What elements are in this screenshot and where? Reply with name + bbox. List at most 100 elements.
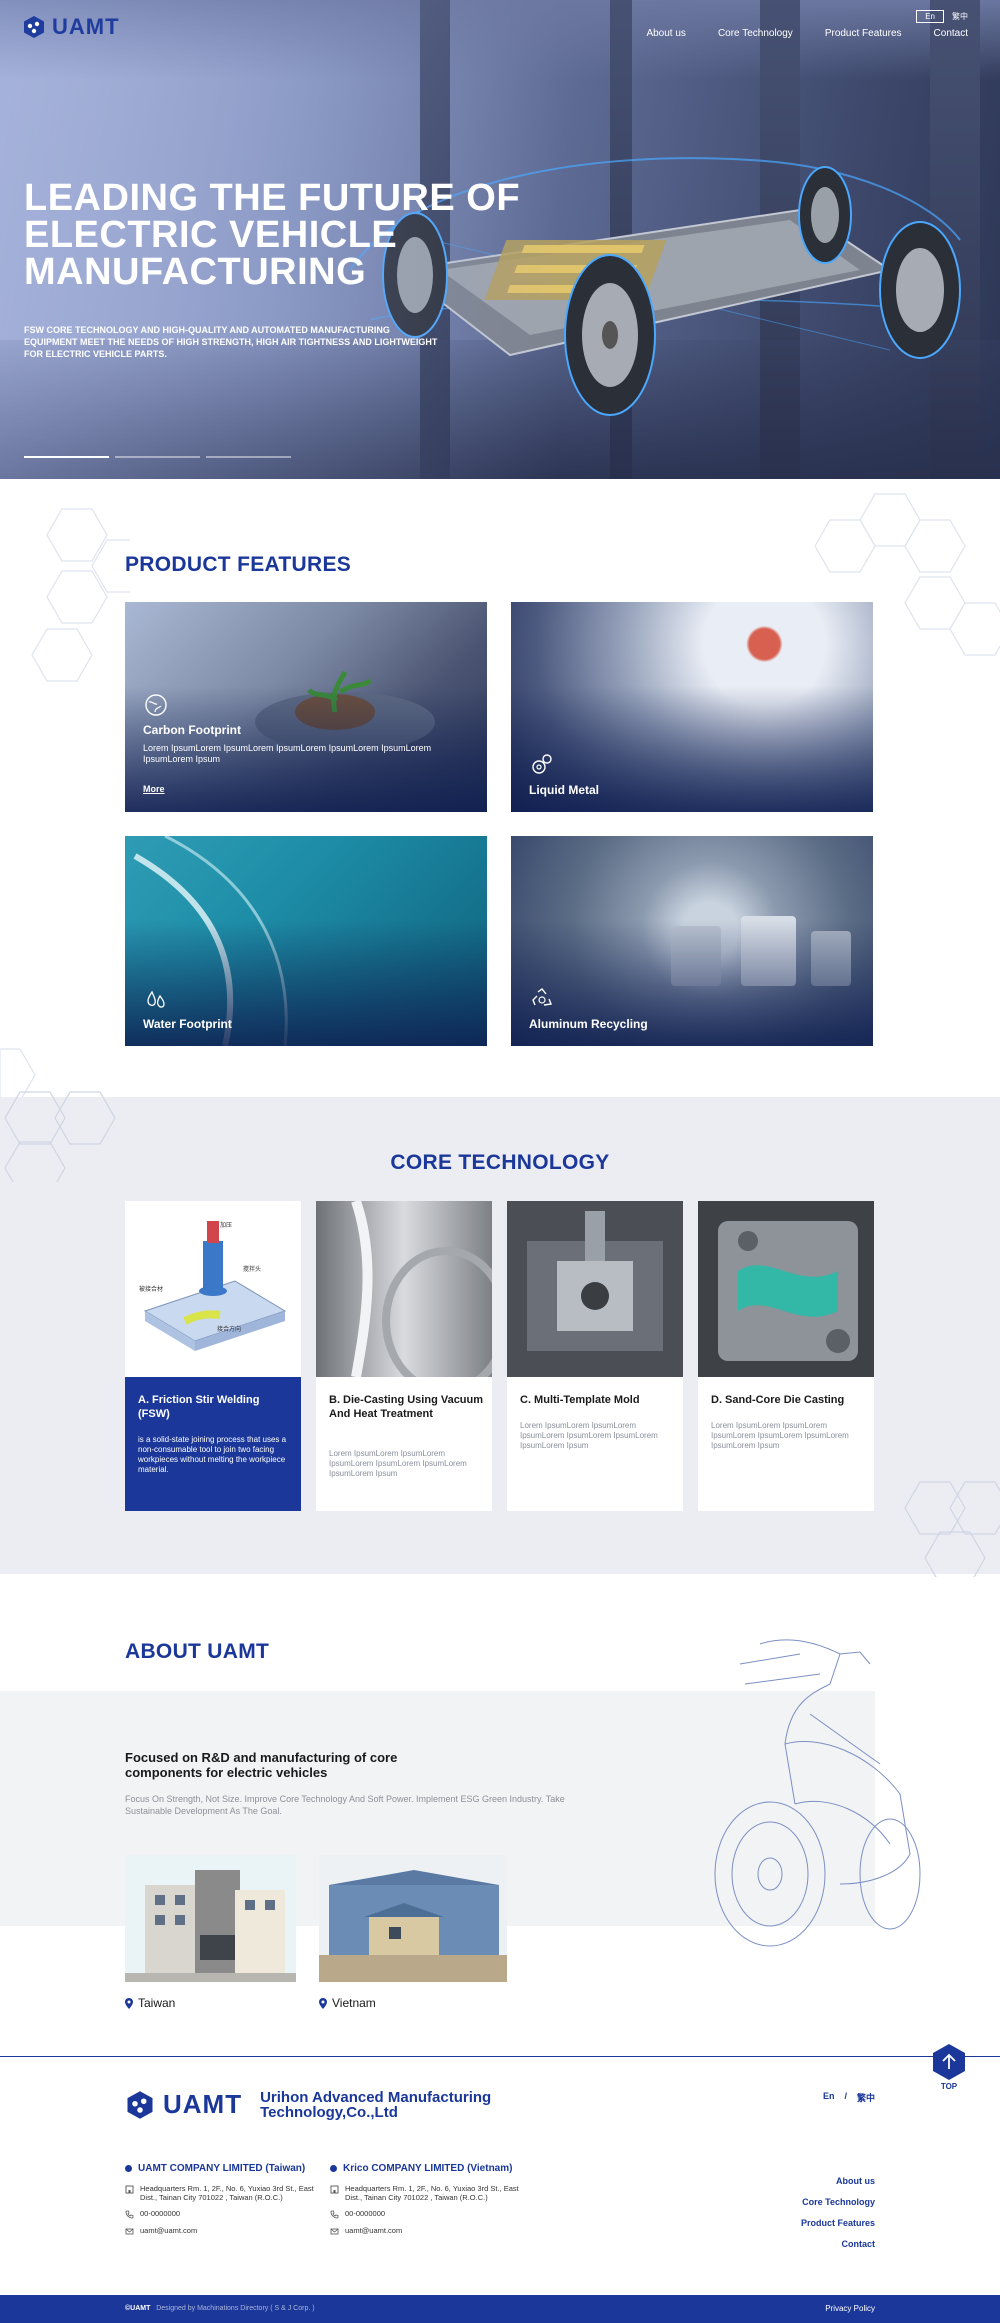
language-switcher: En 繁中 bbox=[916, 10, 968, 23]
back-to-top-button[interactable] bbox=[932, 2043, 966, 2081]
nav-contact[interactable]: Contact bbox=[934, 28, 968, 39]
about-focus-heading: Focused on R&D and manufacturing of core… bbox=[125, 1750, 398, 1780]
hero-subtitle: FSW CORE TECHNOLOGY AND HIGH-QUALITY AND… bbox=[24, 325, 438, 359]
water-drops-icon bbox=[147, 990, 165, 1008]
tech-card-description: Lorem IpsumLorem IpsumLorem IpsumLorem I… bbox=[520, 1421, 658, 1450]
site-logo[interactable]: UAMT bbox=[22, 14, 120, 40]
footer-logo[interactable]: UAMT Urihon Advanced Manufacturing Techn… bbox=[125, 2089, 520, 2120]
office-phone[interactable]: 00-0000000 bbox=[345, 2209, 385, 2219]
lang-en[interactable]: En bbox=[823, 2091, 835, 2104]
about-title: ABOUT UAMT bbox=[125, 1640, 270, 1663]
motorcycle-wireframe-illustration bbox=[714, 1639, 921, 1947]
tech-card-multi-template-mold[interactable]: C. Multi-Template Mold Lorem IpsumLorem … bbox=[507, 1201, 683, 1511]
designer-credit[interactable]: Designed by Machinations Directory ( S &… bbox=[156, 2305, 314, 2312]
core-technology-title: CORE TECHNOLOGY bbox=[390, 1151, 610, 1174]
feature-card-title: Liquid Metal bbox=[529, 783, 599, 797]
footer-nav-core-technology[interactable]: Core Technology bbox=[801, 2197, 875, 2207]
bullet-icon bbox=[125, 2165, 132, 2172]
svg-text:接合方向: 接合方向 bbox=[217, 1325, 241, 1333]
building-icon bbox=[330, 2185, 339, 2194]
slide-dot[interactable] bbox=[206, 456, 291, 458]
hexagon-pattern bbox=[31, 508, 130, 682]
feature-card-title: Aluminum Recycling bbox=[529, 1017, 648, 1031]
copyright: ©UAMT bbox=[125, 2305, 151, 2312]
tech-card-description: Lorem IpsumLorem IpsumLorem IpsumLorem I… bbox=[711, 1421, 849, 1450]
mail-icon bbox=[330, 2228, 339, 2235]
feature-card-water-footprint[interactable]: Water Footprint bbox=[125, 836, 487, 1046]
slide-dot[interactable] bbox=[115, 456, 200, 458]
nav-core-technology[interactable]: Core Technology bbox=[718, 28, 793, 39]
feature-card-carbon-footprint[interactable]: Carbon Footprint Lorem IpsumLorem IpsumL… bbox=[125, 602, 487, 812]
fsw-diagram-image: 加压 搅拌头 被接合材 接合方向 bbox=[125, 1201, 301, 1377]
nav-about[interactable]: About us bbox=[646, 28, 685, 39]
bullet-icon bbox=[330, 2165, 337, 2172]
tech-card-title: C. Multi-Template Mold bbox=[520, 1394, 640, 1406]
privacy-policy-link[interactable]: Privacy Policy bbox=[825, 2304, 875, 2313]
office-phone[interactable]: 00-0000000 bbox=[140, 2209, 180, 2219]
location-vietnam: Vietnam bbox=[319, 1996, 376, 2010]
globe-leaf-icon bbox=[145, 694, 167, 716]
company-full-name: Urihon Advanced Manufacturing Technology… bbox=[260, 2088, 492, 2121]
office-vietnam: Krico COMPANY LIMITED (Vietnam) Headquar… bbox=[330, 2163, 530, 2243]
tech-card-title: A. Friction Stir Welding (FSW) bbox=[138, 1394, 260, 1420]
tech-card-sand-core[interactable]: D. Sand-Core Die Casting Lorem IpsumLore… bbox=[698, 1201, 874, 1511]
office-address: Headquarters Rm. 1, 2F., No. 6, Yuxiao 3… bbox=[345, 2184, 519, 2202]
feature-card-description: Lorem IpsumLorem IpsumLorem IpsumLorem I… bbox=[143, 743, 432, 764]
phone-icon bbox=[330, 2210, 339, 2219]
slider-pagination bbox=[24, 456, 291, 458]
location-label: Taiwan bbox=[138, 1996, 176, 2010]
svg-text:加压: 加压 bbox=[220, 1221, 232, 1229]
copyright-bar: ©UAMT Designed by Machinations Directory… bbox=[0, 2295, 1000, 2323]
office-name: UAMT COMPANY LIMITED (Taiwan) bbox=[138, 2163, 306, 2174]
location-taiwan: Taiwan bbox=[125, 1996, 175, 2010]
feature-card-title: Water Footprint bbox=[143, 1017, 232, 1031]
nav-product-features[interactable]: Product Features bbox=[825, 28, 902, 39]
office-email[interactable]: uamt@uamt.com bbox=[345, 2226, 402, 2236]
phone-icon bbox=[125, 2210, 134, 2219]
footer-nav-product-features[interactable]: Product Features bbox=[801, 2218, 875, 2228]
hero-title: LEADING THE FUTURE OF ELECTRIC VEHICLE M… bbox=[24, 177, 521, 293]
back-to-top-label[interactable]: TOP bbox=[930, 2082, 968, 2091]
tech-card-title: D. Sand-Core Die Casting bbox=[711, 1394, 845, 1406]
office-taiwan: UAMT COMPANY LIMITED (Taiwan) Headquarte… bbox=[125, 2163, 325, 2243]
about-intro: Focus On Strength, Not Size. Improve Cor… bbox=[125, 1794, 565, 1816]
lang-zh[interactable]: 繁中 bbox=[857, 2091, 875, 2104]
mail-icon bbox=[125, 2228, 134, 2235]
footer-language-switcher: En / 繁中 bbox=[823, 2091, 875, 2104]
feature-card-liquid-metal[interactable]: Liquid Metal bbox=[511, 602, 873, 812]
tech-card-fsw[interactable]: 加压 搅拌头 被接合材 接合方向 A. Friction Stir Weldin… bbox=[125, 1201, 301, 1511]
office-email[interactable]: uamt@uamt.com bbox=[140, 2226, 197, 2236]
footer-nav-about[interactable]: About us bbox=[801, 2176, 875, 2186]
tech-card-title: B. Die-Casting Using Vacuum And Heat Tre… bbox=[329, 1394, 484, 1420]
hex-logo-icon bbox=[127, 2090, 153, 2119]
feature-card-title: Carbon Footprint bbox=[143, 723, 241, 737]
lang-separator: / bbox=[844, 2091, 847, 2101]
taiwan-office-photo bbox=[125, 1855, 296, 1982]
building-icon bbox=[125, 2185, 134, 2194]
map-pin-icon bbox=[319, 1997, 327, 2009]
office-name: Krico COMPANY LIMITED (Vietnam) bbox=[343, 2163, 513, 2174]
hexagon-pattern bbox=[904, 1481, 1000, 1577]
more-link[interactable]: More bbox=[143, 784, 165, 794]
logo-text: UAMT bbox=[52, 14, 120, 39]
sand-core-image bbox=[698, 1201, 874, 1377]
tech-card-description: is a solid-state joining process that us… bbox=[138, 1435, 287, 1474]
lang-zh[interactable]: 繁中 bbox=[952, 11, 968, 22]
copyright-text: ©UAMT Designed by Machinations Directory… bbox=[125, 2305, 315, 2312]
lang-en[interactable]: En bbox=[916, 10, 944, 23]
location-label: Vietnam bbox=[332, 1996, 376, 2010]
mold-machine-image bbox=[507, 1201, 683, 1377]
vietnam-office-photo bbox=[319, 1855, 507, 1982]
core-technology-section: CORE TECHNOLOGY 加压 搅拌头 被接合材 接合方向 A. Fric… bbox=[0, 1091, 1000, 1577]
hex-logo-icon bbox=[24, 16, 44, 38]
svg-text:搅拌头: 搅拌头 bbox=[243, 1265, 261, 1273]
footer-nav-contact[interactable]: Contact bbox=[801, 2239, 876, 2249]
feature-card-aluminum-recycling[interactable]: Aluminum Recycling bbox=[511, 836, 873, 1046]
slide-dot[interactable] bbox=[24, 456, 109, 458]
hero-banner: UAMT En 繁中 About us Core Technology Prod… bbox=[0, 0, 1000, 479]
main-nav: About us Core Technology Product Feature… bbox=[646, 28, 968, 39]
recycle-icon bbox=[532, 988, 552, 1006]
tech-card-die-casting[interactable]: B. Die-Casting Using Vacuum And Heat Tre… bbox=[316, 1201, 492, 1511]
about-section: ABOUT UAMT Focused on R&D and manufactur… bbox=[0, 1574, 1000, 2056]
product-features-section: PRODUCT FEATURES Carbon Footprint Lorem … bbox=[0, 479, 1000, 1102]
